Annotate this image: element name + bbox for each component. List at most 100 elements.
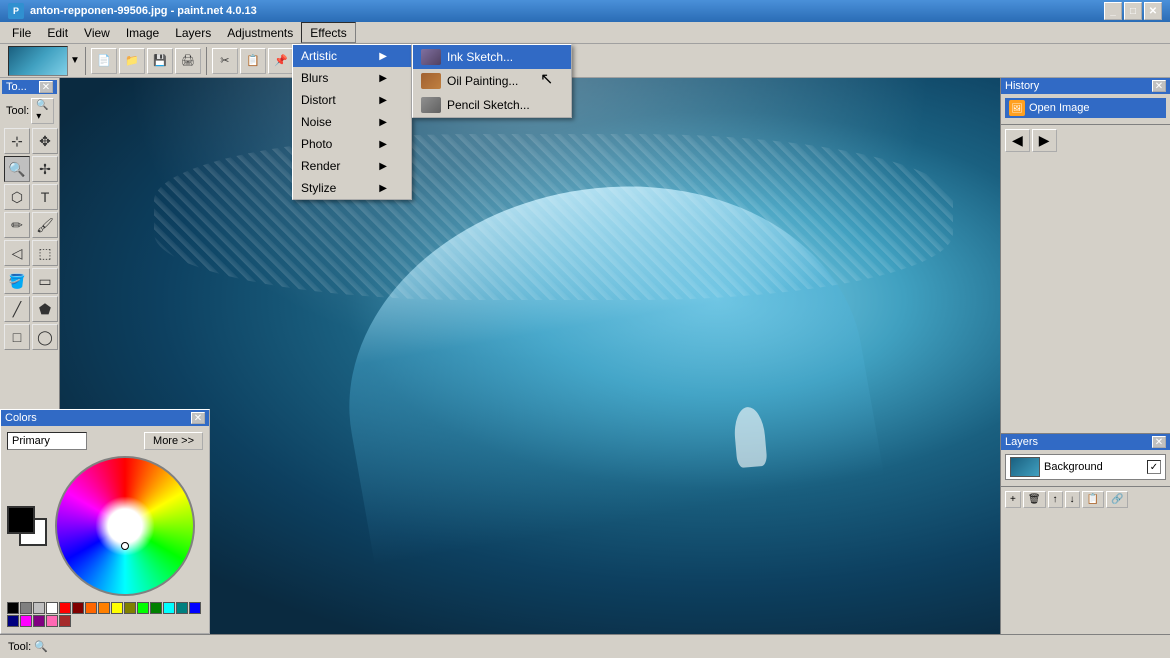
swatch-white[interactable] [46, 602, 58, 614]
oil-painting-icon [421, 73, 441, 89]
layer-merge-button[interactable]: 🔗 [1106, 491, 1128, 508]
effects-menu-noise[interactable]: Noise ▶ [293, 111, 411, 133]
swatch-dark-orange[interactable] [98, 602, 110, 614]
tool-color-picker[interactable]: ⬚ [32, 240, 58, 266]
swatch-teal[interactable] [176, 602, 188, 614]
swatch-brown[interactable] [59, 615, 71, 627]
tool-line[interactable]: ╱ [4, 296, 30, 322]
swatch-navy[interactable] [7, 615, 19, 627]
menu-effects[interactable]: Effects [301, 22, 355, 43]
tools-panel-close[interactable]: ✕ [39, 81, 53, 93]
tool-select-dropdown[interactable]: 🔍 ▾ [31, 98, 53, 124]
toolbar-new[interactable]: 📄 [91, 48, 117, 74]
effects-menu-distort[interactable]: Distort ▶ [293, 89, 411, 111]
menu-layers[interactable]: Layers [167, 22, 219, 43]
submenu-pencil-sketch[interactable]: Pencil Sketch... [413, 93, 571, 117]
swatch-magenta[interactable] [20, 615, 32, 627]
colors-panel-close[interactable]: ✕ [191, 412, 205, 424]
swatch-lime[interactable] [137, 602, 149, 614]
color-wheel-container[interactable] [55, 456, 195, 596]
swatch-red[interactable] [59, 602, 71, 614]
effects-menu-render[interactable]: Render ▶ [293, 155, 411, 177]
swatch-green[interactable] [150, 602, 162, 614]
tool-magic-wand[interactable]: ⬡ [4, 184, 30, 210]
effects-menu-stylize[interactable]: Stylize ▶ [293, 177, 411, 199]
tool-zoom[interactable]: 🔍 [4, 156, 30, 182]
layer-add-button[interactable]: + [1005, 491, 1021, 508]
layer-delete-button[interactable]: 🗑 [1023, 491, 1046, 508]
swatch-maroon[interactable] [72, 602, 84, 614]
fg-bg-color-indicator[interactable] [7, 506, 47, 546]
menu-edit[interactable]: Edit [39, 22, 76, 43]
pencil-sketch-icon [421, 97, 441, 113]
color-wheel[interactable] [55, 456, 195, 596]
toolbar-cut[interactable]: ✂ [212, 48, 238, 74]
toolbar-print[interactable]: 🖨 [175, 48, 201, 74]
history-item-open-image[interactable]: 🖼 Open Image [1005, 98, 1166, 118]
more-colors-button[interactable]: More >> [144, 432, 203, 450]
swatch-silver[interactable] [33, 602, 45, 614]
right-panels: History ✕ 🖼 Open Image ◀ ▶ Layers ✕ [1000, 78, 1170, 634]
colors-body: Primary Secondary More >> [1, 426, 209, 633]
menu-file[interactable]: File [4, 22, 39, 43]
tool-rectangle[interactable]: □ [4, 324, 30, 350]
tool-move-view[interactable]: ✢ [32, 156, 58, 182]
layer-move-down-button[interactable]: ↓ [1065, 491, 1080, 508]
tool-gradient[interactable]: ▭ [32, 268, 58, 294]
color-mode-select[interactable]: Primary Secondary [7, 432, 87, 450]
tool-ellipse[interactable]: ◯ [32, 324, 58, 350]
toolbar-copy[interactable]: 📋 [240, 48, 266, 74]
tool-eraser[interactable]: ◁ [4, 240, 30, 266]
layer-visibility-checkbox[interactable]: ✓ [1147, 460, 1161, 474]
layers-panel-close[interactable]: ✕ [1152, 436, 1166, 448]
tool-label: Tool: [6, 105, 29, 117]
ink-sketch-icon [421, 49, 441, 65]
oil-painting-label: Oil Painting... [447, 74, 518, 88]
swatch-purple[interactable] [33, 615, 45, 627]
swatch-cyan[interactable] [163, 602, 175, 614]
history-redo-button[interactable]: ▶ [1032, 129, 1057, 152]
tool-status-label: Tool: 🔍 [8, 640, 48, 653]
swatch-blue[interactable] [189, 602, 201, 614]
minimize-button[interactable]: _ [1104, 2, 1122, 20]
layer-duplicate-button[interactable]: 📋 [1082, 491, 1104, 508]
swatch-olive[interactable] [124, 602, 136, 614]
swatch-black[interactable] [7, 602, 19, 614]
tool-move-selected[interactable]: ✥ [32, 128, 58, 154]
menu-image[interactable]: Image [118, 22, 167, 43]
tool-paint-bucket[interactable]: 🪣 [4, 268, 30, 294]
toolbar-open[interactable]: 📁 [119, 48, 145, 74]
effects-render-label: Render [301, 159, 340, 173]
tool-pencil[interactable]: ✏ [4, 212, 30, 238]
tool-shapes[interactable]: ⬟ [32, 296, 58, 322]
effects-menu-blurs[interactable]: Blurs ▶ [293, 67, 411, 89]
swatch-orange[interactable] [85, 602, 97, 614]
toolbar-save[interactable]: 💾 [147, 48, 173, 74]
foreground-color-swatch[interactable] [7, 506, 35, 534]
effects-photo-label: Photo [301, 137, 332, 151]
swatch-pink[interactable] [46, 615, 58, 627]
effects-menu-artistic[interactable]: Artistic ▶ [293, 45, 411, 67]
effects-distort-label: Distort [301, 93, 336, 107]
effects-menu-photo[interactable]: Photo ▶ [293, 133, 411, 155]
toolbar-separator-1 [85, 47, 86, 75]
swatch-gray[interactable] [20, 602, 32, 614]
menu-view[interactable]: View [76, 22, 118, 43]
maximize-button[interactable]: □ [1124, 2, 1142, 20]
close-button[interactable]: ✕ [1144, 2, 1162, 20]
dropdown-arrow-icon[interactable]: ▼ [70, 55, 80, 66]
menu-adjustments[interactable]: Adjustments [219, 22, 301, 43]
tool-rectangle-select[interactable]: ⊹ [4, 128, 30, 154]
layer-move-up-button[interactable]: ↑ [1048, 491, 1063, 508]
submenu-oil-painting[interactable]: Oil Painting... [413, 69, 571, 93]
effects-blurs-arrow: ▶ [379, 73, 387, 84]
effects-photo-arrow: ▶ [379, 139, 387, 150]
layer-item-background[interactable]: Background ✓ [1005, 454, 1166, 480]
swatch-yellow[interactable] [111, 602, 123, 614]
submenu-ink-sketch[interactable]: Ink Sketch... [413, 45, 571, 69]
tool-text[interactable]: T [32, 184, 58, 210]
history-panel-close[interactable]: ✕ [1152, 80, 1166, 92]
tool-brush[interactable]: 🖌 [32, 212, 58, 238]
toolbar-paste[interactable]: 📌 [268, 48, 294, 74]
history-undo-button[interactable]: ◀ [1005, 129, 1030, 152]
